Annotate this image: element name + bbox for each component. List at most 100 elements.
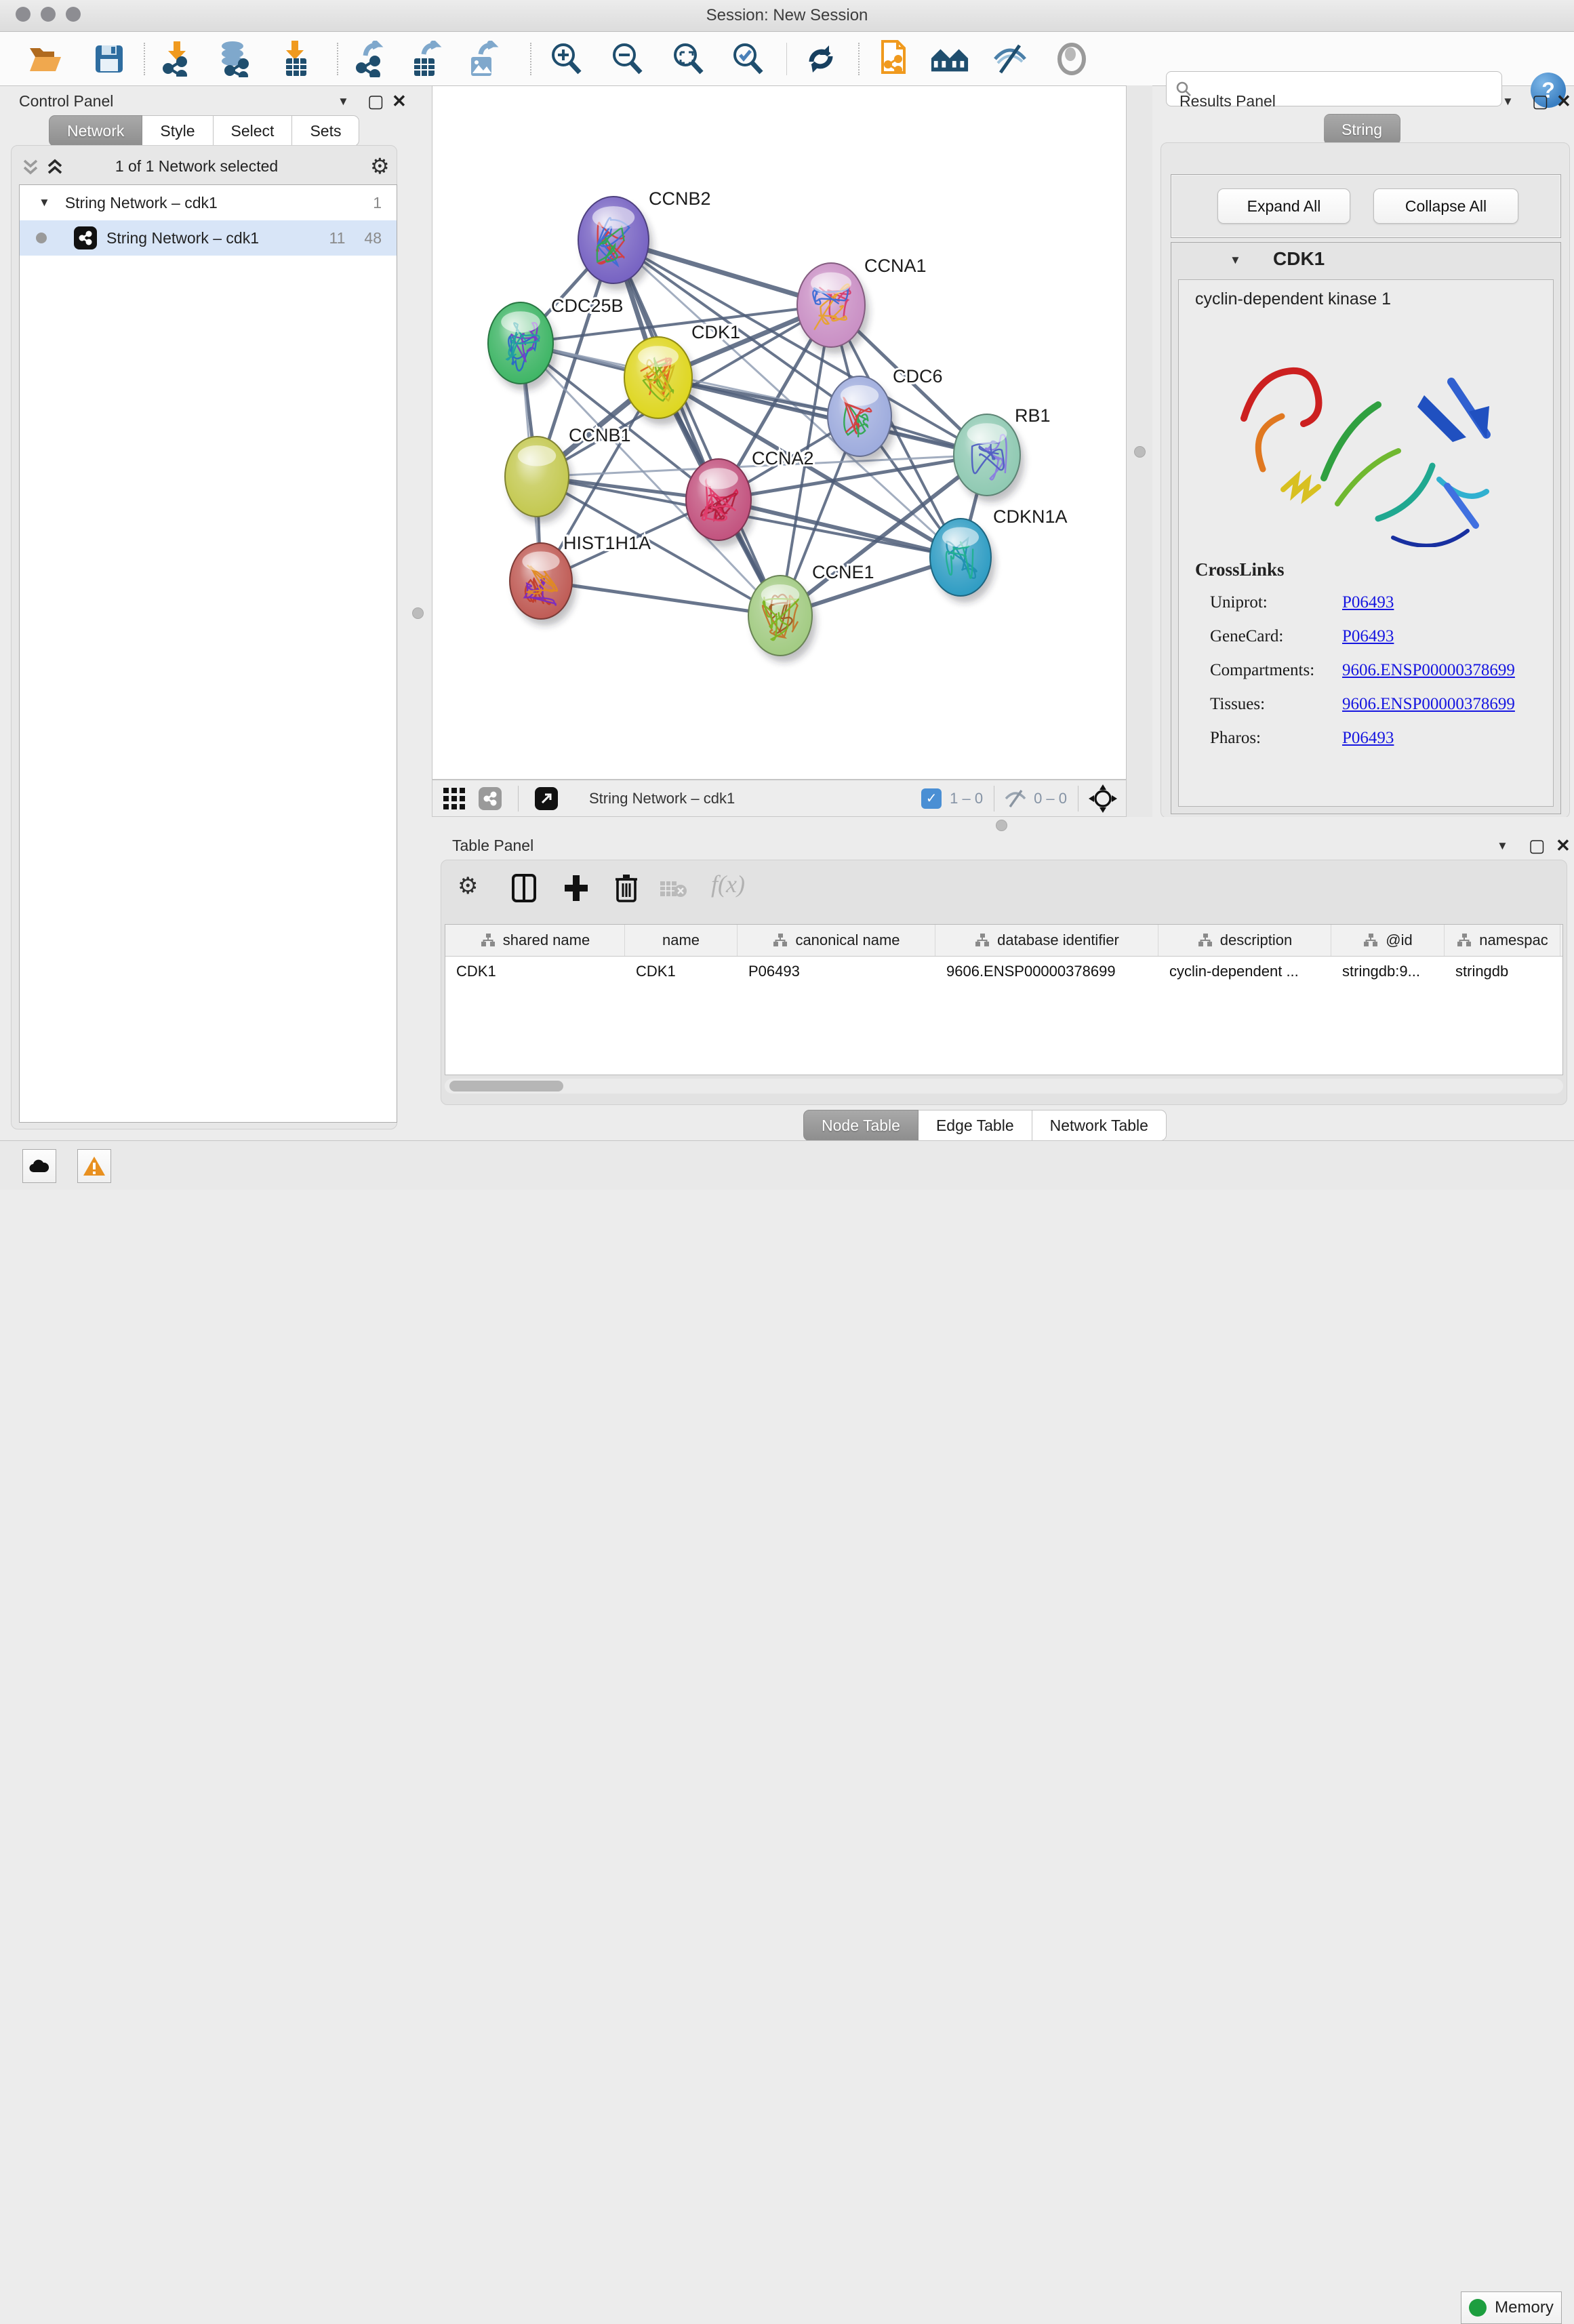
column-header-database-identifier[interactable]: database identifier xyxy=(935,925,1158,956)
horizontal-splitter-handle[interactable] xyxy=(996,820,1007,831)
network-column-icon xyxy=(1197,933,1213,948)
column-header-namespac[interactable]: namespac xyxy=(1445,925,1560,956)
table-cell[interactable]: P06493 xyxy=(738,957,935,986)
node-label-ccna1: CCNA1 xyxy=(864,256,927,276)
hide-selected-icon[interactable] xyxy=(990,40,1030,78)
results-panel-float-icon[interactable]: ▢ xyxy=(1532,91,1549,112)
tab-network-table[interactable]: Network Table xyxy=(1032,1110,1167,1141)
first-neighbors-icon[interactable] xyxy=(930,40,969,78)
collapse-all-button[interactable]: Collapse All xyxy=(1373,188,1518,224)
network-badge-icon[interactable] xyxy=(479,787,502,810)
tab-edge-table[interactable]: Edge Table xyxy=(919,1110,1032,1141)
selected-checkbox-icon[interactable]: ✓ xyxy=(921,788,942,809)
tree-expander-icon[interactable]: ▼ xyxy=(39,196,50,209)
crosslink-label: Uniprot: xyxy=(1210,593,1342,612)
control-panel: Control Panel ▼ ▢ ✕ NetworkStyleSelectSe… xyxy=(0,85,432,1140)
show-all-icon[interactable] xyxy=(1052,40,1091,78)
edge-hist1h1a-ccne1[interactable] xyxy=(541,581,780,616)
results-panel-title: Results Panel xyxy=(1179,92,1276,111)
export-image-icon[interactable] xyxy=(464,40,503,78)
results-panel-close-icon[interactable]: ✕ xyxy=(1556,91,1571,112)
node-label-ccna2: CCNA2 xyxy=(752,448,814,468)
grid-view-icon[interactable] xyxy=(442,786,466,811)
open-in-new-window-icon[interactable] xyxy=(535,787,558,810)
zoom-selected-icon[interactable] xyxy=(728,40,767,78)
import-network-file-icon[interactable] xyxy=(157,40,197,78)
table-cell[interactable]: cyclin-dependent ... xyxy=(1158,957,1331,986)
tab-sets[interactable]: Sets xyxy=(292,115,359,146)
column-header-shared-name[interactable]: shared name xyxy=(445,925,625,956)
crosslink-link[interactable]: 9606.ENSP00000378699 xyxy=(1342,695,1515,714)
column-header-label: database identifier xyxy=(997,931,1119,949)
table-horizontal-scrollbar[interactable] xyxy=(445,1079,1563,1094)
warning-button[interactable] xyxy=(77,1149,111,1183)
table-panel-close-icon[interactable]: ✕ xyxy=(1556,835,1571,856)
share-document-icon[interactable] xyxy=(874,40,914,78)
column-header-canonical-name[interactable]: canonical name xyxy=(738,925,935,956)
tab-node-table[interactable]: Node Table xyxy=(803,1110,919,1141)
control-panel-title: Control Panel xyxy=(19,92,113,111)
hidden-eye-icon xyxy=(1004,789,1027,808)
refresh-icon[interactable] xyxy=(801,40,841,78)
zoom-fit-icon[interactable] xyxy=(668,40,708,78)
column-header-name[interactable]: name xyxy=(625,925,738,956)
table-cell[interactable]: CDK1 xyxy=(625,957,738,986)
expand-all-icon[interactable] xyxy=(45,159,65,176)
table-scrollbar-thumb[interactable] xyxy=(449,1081,563,1091)
import-network-database-icon[interactable] xyxy=(216,40,255,78)
cloud-button[interactable] xyxy=(22,1149,56,1183)
network-collection-row[interactable]: ▼ String Network – cdk1 1 xyxy=(20,185,397,220)
collapse-all-icon[interactable] xyxy=(20,159,41,176)
results-panel-menu-icon[interactable]: ▼ xyxy=(1502,95,1514,108)
memory-button[interactable]: Memory xyxy=(1461,2291,1562,2324)
right-splitter[interactable] xyxy=(1127,85,1152,817)
network-row[interactable]: String Network – cdk1 11 48 xyxy=(20,220,397,256)
node-label-cdkn1a: CDKN1A xyxy=(993,506,1068,527)
table-row[interactable]: CDK1CDK1P064939606.ENSP00000378699cyclin… xyxy=(445,957,1562,986)
open-session-icon[interactable] xyxy=(26,40,65,78)
table-cell[interactable]: CDK1 xyxy=(445,957,625,986)
control-panel-menu-icon[interactable]: ▼ xyxy=(338,95,349,108)
column-header-description[interactable]: description xyxy=(1158,925,1331,956)
export-table-icon[interactable] xyxy=(407,40,446,78)
horizontal-splitter[interactable] xyxy=(432,817,1574,833)
delete-column-icon[interactable] xyxy=(615,873,638,902)
memory-status-icon xyxy=(1469,2299,1487,2317)
columns-icon[interactable] xyxy=(512,874,536,902)
network-canvas[interactable]: CCNB2CCNA1CDC25BCDK1CDC6RB1CCNB1CCNA2CDK… xyxy=(432,85,1127,780)
zoom-out-icon[interactable] xyxy=(607,40,647,78)
tab-style[interactable]: Style xyxy=(142,115,213,146)
export-network-icon[interactable] xyxy=(351,40,390,78)
crosslink-link[interactable]: P06493 xyxy=(1342,593,1394,612)
gear-icon[interactable]: ⚙ xyxy=(458,873,478,900)
crosslink-link[interactable]: P06493 xyxy=(1342,729,1394,748)
status-bar: Memory xyxy=(0,1140,1574,1190)
protein-structure-image xyxy=(1224,323,1515,547)
import-table-icon[interactable] xyxy=(277,40,316,78)
zoom-in-icon[interactable] xyxy=(546,40,586,78)
edge-ccnb2-ccne1[interactable] xyxy=(613,240,780,616)
gear-icon[interactable]: ⚙ xyxy=(370,153,390,179)
crosslink-link[interactable]: 9606.ENSP00000378699 xyxy=(1342,661,1515,680)
add-column-icon[interactable] xyxy=(563,874,589,902)
node-table[interactable]: shared namenamecanonical name database id… xyxy=(445,924,1563,1075)
gene-section-expander-icon[interactable]: ▼ xyxy=(1230,254,1241,267)
tab-select[interactable]: Select xyxy=(214,115,293,146)
left-splitter-handle[interactable] xyxy=(412,607,424,619)
fit-content-crosshair-icon[interactable] xyxy=(1088,784,1118,814)
table-cell[interactable]: stringdb:9... xyxy=(1331,957,1445,986)
table-cell[interactable]: stringdb xyxy=(1445,957,1560,986)
string-network-graph[interactable]: CCNB2CCNA1CDC25BCDK1CDC6RB1CCNB1CCNA2CDK… xyxy=(432,86,1126,779)
table-panel-menu-icon[interactable]: ▼ xyxy=(1497,839,1508,853)
right-splitter-handle[interactable] xyxy=(1134,446,1146,458)
column-header-@id[interactable]: @id xyxy=(1331,925,1445,956)
expand-all-button[interactable]: Expand All xyxy=(1217,188,1350,224)
tab-network[interactable]: Network xyxy=(49,115,142,146)
crosslink-link[interactable]: P06493 xyxy=(1342,627,1394,646)
tab-string[interactable]: String xyxy=(1324,114,1400,145)
control-panel-close-icon[interactable]: ✕ xyxy=(392,91,407,112)
control-panel-float-icon[interactable]: ▢ xyxy=(367,91,384,112)
table-panel-float-icon[interactable]: ▢ xyxy=(1529,835,1546,856)
save-session-icon[interactable] xyxy=(89,40,129,78)
table-cell[interactable]: 9606.ENSP00000378699 xyxy=(935,957,1158,986)
